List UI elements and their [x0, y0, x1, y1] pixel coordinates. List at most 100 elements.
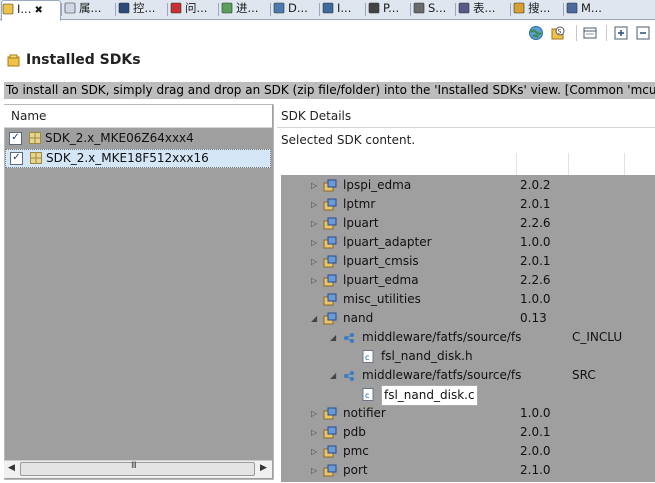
column-divider[interactable] [624, 153, 625, 175]
tree-component-row[interactable]: ▷ lptmr 2.0.1 [281, 195, 655, 214]
tree-folder-row[interactable]: ◢ middleware/fatfs/source/fs C_INCLU [281, 328, 655, 347]
tab-separator [218, 3, 219, 16]
tab-label: D... [288, 1, 308, 15]
tab-image-info[interactable]: I... [322, 0, 365, 19]
tab-separator [319, 3, 320, 16]
details-column-header[interactable] [281, 153, 655, 176]
expanded-twisty-icon[interactable]: ◢ [330, 328, 336, 347]
tab-separator [410, 3, 411, 16]
expand-icon[interactable] [613, 25, 629, 41]
tree-component-row[interactable]: ▷ lpuart 2.2.6 [281, 214, 655, 233]
tab-problems[interactable]: 问... [170, 0, 216, 19]
component-icon [323, 407, 337, 420]
collapsed-twisty-icon[interactable]: ▷ [311, 461, 317, 480]
tab-progress[interactable]: 进... [221, 0, 268, 19]
tab-search[interactable]: 搜... [513, 0, 560, 19]
tree-component-row[interactable]: ▷ lpspi_edma 2.0.2 [281, 176, 655, 195]
collapsed-twisty-icon[interactable]: ▷ [311, 442, 317, 461]
import-sdk-icon[interactable]: S [550, 25, 566, 41]
tab-properties[interactable]: 属... [64, 0, 113, 19]
expanded-twisty-icon[interactable]: ◢ [330, 366, 336, 385]
collapsed-twisty-icon[interactable]: ▷ [311, 423, 317, 442]
component-icon [323, 236, 337, 249]
component-icon [323, 179, 337, 192]
tab-swo[interactable]: S... [413, 0, 455, 19]
tree-item-name: lpuart_cmsis [343, 254, 419, 268]
globe-icon[interactable] [528, 25, 544, 41]
tab-label: 属... [79, 1, 102, 15]
installed-sdks-icon [2, 3, 14, 15]
collapsed-twisty-icon[interactable]: ▷ [311, 195, 317, 214]
tree-component-row[interactable]: ▷ pdb 2.0.1 [281, 423, 655, 442]
tab-expressions[interactable]: 表... [458, 0, 505, 19]
c-file-icon: c [361, 388, 375, 401]
tree-component-row[interactable]: misc_utilities 1.0.0 [281, 290, 655, 309]
expressions-icon [458, 2, 470, 14]
component-icon [323, 217, 337, 230]
tree-file-row[interactable]: c fsl_nand_disk.h [281, 347, 655, 366]
tree-component-row[interactable]: ▷ port 2.1.0 [281, 461, 655, 480]
expanded-twisty-icon[interactable]: ◢ [311, 309, 317, 328]
toolbar-separator [576, 25, 577, 41]
close-tab-icon[interactable]: ✖ [31, 5, 43, 16]
name-column-header[interactable]: Name [4, 105, 272, 128]
tab-separator [455, 3, 456, 16]
tree-component-row[interactable]: ▷ pmc 2.0.0 [281, 442, 655, 461]
collapsed-twisty-icon[interactable]: ▷ [311, 404, 317, 423]
tree-item-version: 2.0.1 [520, 425, 551, 439]
sdk-checkbox[interactable]: ✓ [10, 152, 23, 165]
tab-separator [115, 3, 116, 16]
component-icon [323, 312, 337, 325]
tree-component-row[interactable]: ▷ lpuart_edma 2.2.6 [281, 271, 655, 290]
tab-console[interactable]: 控... [118, 0, 166, 19]
tree-folder-row[interactable]: ◢ middleware/fatfs/source/fs SRC [281, 366, 655, 385]
column-divider[interactable] [516, 153, 517, 175]
selected-sdk-content-label: Selected SDK content. [281, 133, 416, 147]
tree-component-row[interactable]: ▷ notifier 1.0.0 [281, 404, 655, 423]
scroll-left-icon[interactable]: ◀ [8, 463, 15, 473]
collapsed-twisty-icon[interactable]: ▷ [311, 271, 317, 290]
tree-component-row[interactable]: ▷ lpuart_adapter 1.0.0 [281, 233, 655, 252]
sdk-package-icon [30, 152, 42, 164]
install-hint-text: To install an SDK, simply drag and drop … [4, 82, 655, 99]
scroll-right-icon[interactable]: ▶ [260, 463, 267, 473]
scrollbar-thumb[interactable]: III [20, 461, 255, 476]
tree-component-row[interactable]: ◢ nand 0.13 [281, 309, 655, 328]
tab-label: 控... [133, 1, 156, 15]
component-icon [323, 255, 337, 268]
svg-text:c: c [365, 353, 369, 362]
tab-power[interactable]: P... [368, 0, 408, 19]
scroll-grip: III [131, 461, 137, 471]
properties-icon [64, 2, 76, 14]
tree-item-version: 2.0.2 [520, 178, 551, 192]
sdk-row-selected[interactable]: ✓ SDK_2.x_MKE18F512xxx16 [5, 149, 271, 168]
tab-label: S... [428, 1, 447, 15]
tab-installed-sdks[interactable]: I... ✖ [1, 0, 61, 21]
tree-item-version: 2.2.6 [520, 216, 551, 230]
sdk-checkbox[interactable]: ✓ [9, 132, 22, 145]
c-file-icon: c [361, 350, 375, 363]
sdk-name: SDK_2.x_MKE06Z64xxx4 [45, 131, 194, 145]
tab-label: M... [581, 1, 602, 15]
collapsed-twisty-icon[interactable]: ▷ [311, 252, 317, 271]
tab-debug[interactable]: D... [273, 0, 320, 19]
folder-link-icon [342, 369, 356, 382]
view-menu-icon[interactable] [582, 25, 598, 41]
collapse-icon[interactable] [635, 25, 651, 41]
column-divider[interactable] [568, 153, 569, 175]
collapsed-twisty-icon[interactable]: ▷ [311, 214, 317, 233]
progress-icon [221, 2, 233, 14]
tree-file-row[interactable]: c fsl_nand_disk.c [281, 385, 655, 406]
tree-item-version: 2.1.0 [520, 463, 551, 477]
tree-component-row[interactable]: ▷ lpuart_cmsis 2.0.1 [281, 252, 655, 271]
collapsed-twisty-icon[interactable]: ▷ [311, 176, 317, 195]
tree-item-name: middleware/fatfs/source/fs [362, 368, 522, 382]
tab-label: I... [17, 2, 32, 16]
sdk-row[interactable]: ✓ SDK_2.x_MKE06Z64xxx4 [5, 130, 271, 147]
tree-item-name: port [343, 463, 368, 477]
installed-sdks-icon [7, 54, 20, 67]
swo-icon [413, 2, 425, 14]
tab-memory[interactable]: M... [566, 0, 614, 19]
tree-item-type: C_INCLU [572, 330, 623, 344]
collapsed-twisty-icon[interactable]: ▷ [311, 233, 317, 252]
